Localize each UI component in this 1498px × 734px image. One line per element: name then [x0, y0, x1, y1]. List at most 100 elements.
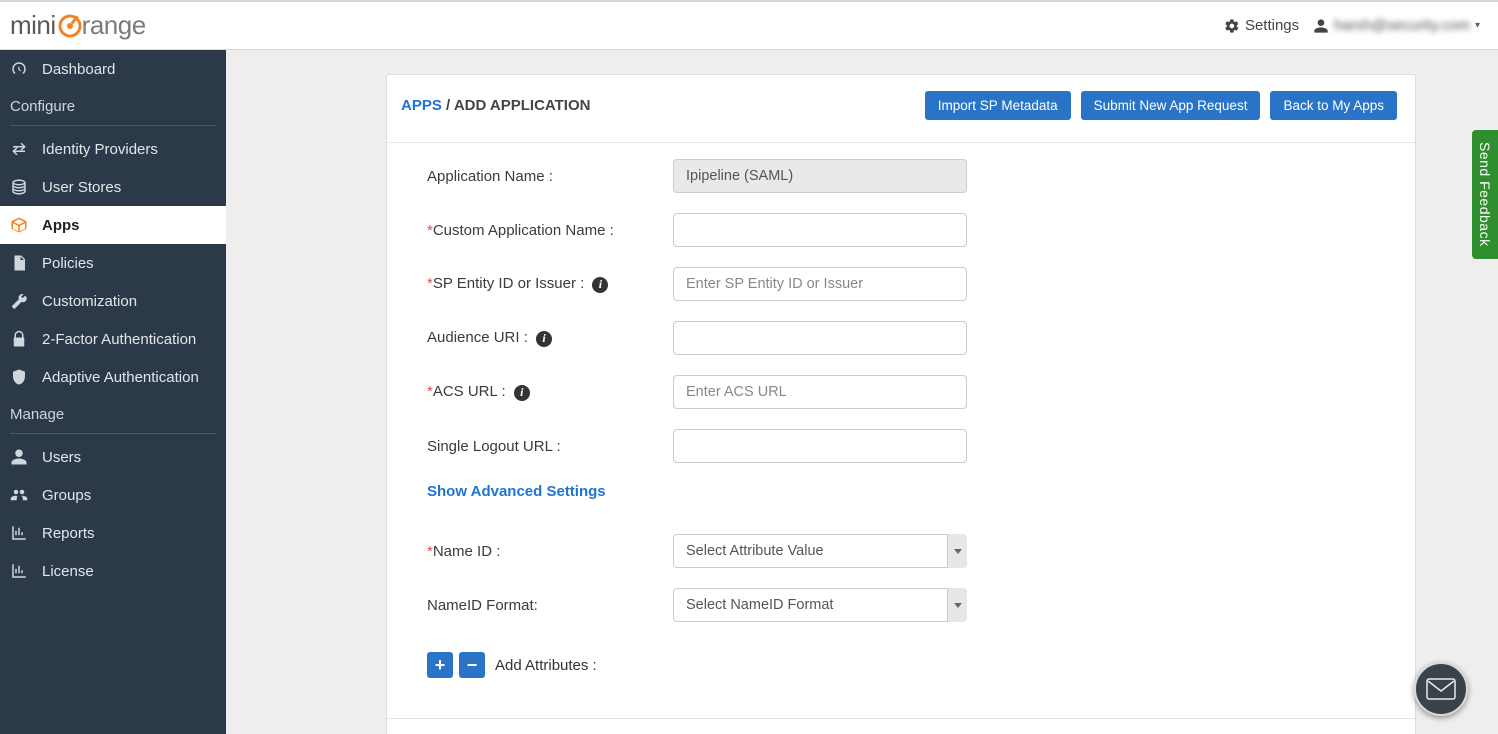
sidebar-item-label: Policies	[42, 255, 94, 272]
import-metadata-button[interactable]: Import SP Metadata	[925, 91, 1071, 120]
add-attribute-button[interactable]: +	[427, 652, 453, 678]
app-panel: APPS / ADD APPLICATION Import SP Metadat…	[386, 74, 1416, 734]
sidebar-item-label: User Stores	[42, 179, 121, 196]
sidebar-item-label: License	[42, 563, 94, 580]
sidebar-item-label: Adaptive Authentication	[42, 369, 199, 386]
gear-icon	[1224, 18, 1240, 34]
remove-attribute-button[interactable]: −	[459, 652, 485, 678]
database-icon	[10, 178, 28, 196]
input-acs[interactable]	[673, 375, 967, 409]
row-add-attributes: + − Add Attributes :	[427, 652, 1375, 678]
user-icon	[10, 448, 28, 466]
sidebar-item-label: 2-Factor Authentication	[42, 331, 196, 348]
users-icon	[10, 486, 28, 504]
send-feedback-tab[interactable]: Send Feedback	[1472, 130, 1498, 259]
input-audience[interactable]	[673, 321, 967, 355]
info-icon[interactable]: i	[536, 331, 552, 347]
label-sp-entity: *SP Entity ID or Issuer : i	[427, 275, 673, 293]
section-divider	[387, 718, 1415, 719]
sidebar-item-label: Identity Providers	[42, 141, 158, 158]
user-icon	[1313, 18, 1329, 34]
sidebar-item-adaptive-auth[interactable]: Adaptive Authentication	[0, 358, 226, 396]
panel-header: APPS / ADD APPLICATION Import SP Metadat…	[387, 75, 1415, 143]
sidebar-item-2fa[interactable]: 2-Factor Authentication	[0, 320, 226, 358]
info-icon[interactable]: i	[592, 277, 608, 293]
label-audience: Audience URI : i	[427, 329, 673, 347]
panel-body: Application Name : *Custom Application N…	[387, 143, 1415, 734]
show-advanced-link[interactable]: Show Advanced Settings	[427, 483, 606, 500]
sidebar-item-customization[interactable]: Customization	[0, 282, 226, 320]
lock-icon	[10, 330, 28, 348]
input-custom-name[interactable]	[673, 213, 967, 247]
sidebar-item-policies[interactable]: Policies	[0, 244, 226, 282]
sidebar-item-label: Groups	[42, 487, 91, 504]
exchange-icon	[10, 140, 28, 158]
sidebar-item-groups[interactable]: Groups	[0, 476, 226, 514]
sidebar-item-label: Apps	[42, 217, 80, 234]
chart-icon	[10, 562, 28, 580]
user-email: harsh@security.com	[1334, 17, 1470, 34]
row-app-name: Application Name :	[427, 159, 1375, 193]
input-sp-entity[interactable]	[673, 267, 967, 301]
dashboard-icon	[10, 60, 28, 78]
sidebar-item-label: Users	[42, 449, 81, 466]
user-caret: ▾	[1475, 20, 1480, 31]
select-nameid-format[interactable]: Select NameID Format	[673, 588, 967, 622]
sidebar: Dashboard Configure Identity Providers U…	[0, 50, 226, 734]
chart-icon	[10, 524, 28, 542]
sidebar-section-configure: Configure	[0, 88, 226, 123]
sidebar-item-label: Reports	[42, 525, 95, 542]
back-to-apps-button[interactable]: Back to My Apps	[1270, 91, 1397, 120]
breadcrumb-sep: /	[442, 97, 454, 114]
sidebar-item-identity-providers[interactable]: Identity Providers	[0, 130, 226, 168]
label-add-attributes: Add Attributes :	[495, 657, 597, 674]
logo-text-main: mini	[10, 10, 56, 41]
topbar-right: Settings harsh@security.com ▾	[1224, 17, 1480, 34]
sidebar-item-label: Customization	[42, 293, 137, 310]
mail-icon	[1426, 678, 1456, 700]
logo-target-icon	[57, 13, 83, 39]
mail-fab-button[interactable]	[1414, 662, 1468, 716]
label-name-id: *Name ID :	[427, 543, 673, 560]
row-advanced-link: Show Advanced Settings	[427, 483, 1375, 500]
row-sp-entity: *SP Entity ID or Issuer : i	[427, 267, 1375, 301]
row-acs: *ACS URL : i	[427, 375, 1375, 409]
input-slo[interactable]	[673, 429, 967, 463]
row-audience: Audience URI : i	[427, 321, 1375, 355]
select-name-id[interactable]: Select Attribute Value	[673, 534, 967, 568]
label-app-name: Application Name :	[427, 168, 673, 185]
label-nameid-format: NameID Format:	[427, 597, 673, 614]
box-icon	[10, 216, 28, 234]
sidebar-item-dashboard[interactable]: Dashboard	[0, 50, 226, 88]
breadcrumb: APPS / ADD APPLICATION	[401, 97, 590, 114]
row-name-id: *Name ID : Select Attribute Value	[427, 534, 1375, 568]
row-custom-name: *Custom Application Name :	[427, 213, 1375, 247]
sidebar-item-license[interactable]: License	[0, 552, 226, 590]
sidebar-item-label: Dashboard	[42, 61, 115, 78]
info-icon[interactable]: i	[514, 385, 530, 401]
input-app-name	[673, 159, 967, 193]
header-buttons: Import SP Metadata Submit New App Reques…	[925, 91, 1397, 120]
select-name-id-wrap: Select Attribute Value	[673, 534, 967, 568]
user-menu[interactable]: harsh@security.com ▾	[1313, 17, 1480, 34]
sidebar-section-manage: Manage	[0, 396, 226, 431]
sidebar-divider	[10, 125, 216, 126]
row-slo: Single Logout URL :	[427, 429, 1375, 463]
submit-app-request-button[interactable]: Submit New App Request	[1081, 91, 1261, 120]
label-custom-name: *Custom Application Name :	[427, 222, 673, 239]
brand-logo[interactable]: mini range	[10, 10, 146, 41]
sidebar-divider	[10, 433, 216, 434]
label-acs: *ACS URL : i	[427, 383, 673, 401]
sidebar-item-apps[interactable]: Apps	[0, 206, 226, 244]
sidebar-item-reports[interactable]: Reports	[0, 514, 226, 552]
shield-icon	[10, 368, 28, 386]
select-nameid-format-wrap: Select NameID Format	[673, 588, 967, 622]
settings-link[interactable]: Settings	[1224, 17, 1299, 34]
sidebar-item-user-stores[interactable]: User Stores	[0, 168, 226, 206]
logo-text-accent: range	[82, 10, 146, 41]
label-slo: Single Logout URL :	[427, 438, 673, 455]
sidebar-item-users[interactable]: Users	[0, 438, 226, 476]
breadcrumb-apps-link[interactable]: APPS	[401, 97, 442, 114]
settings-label: Settings	[1245, 17, 1299, 34]
breadcrumb-current: ADD APPLICATION	[454, 97, 591, 114]
